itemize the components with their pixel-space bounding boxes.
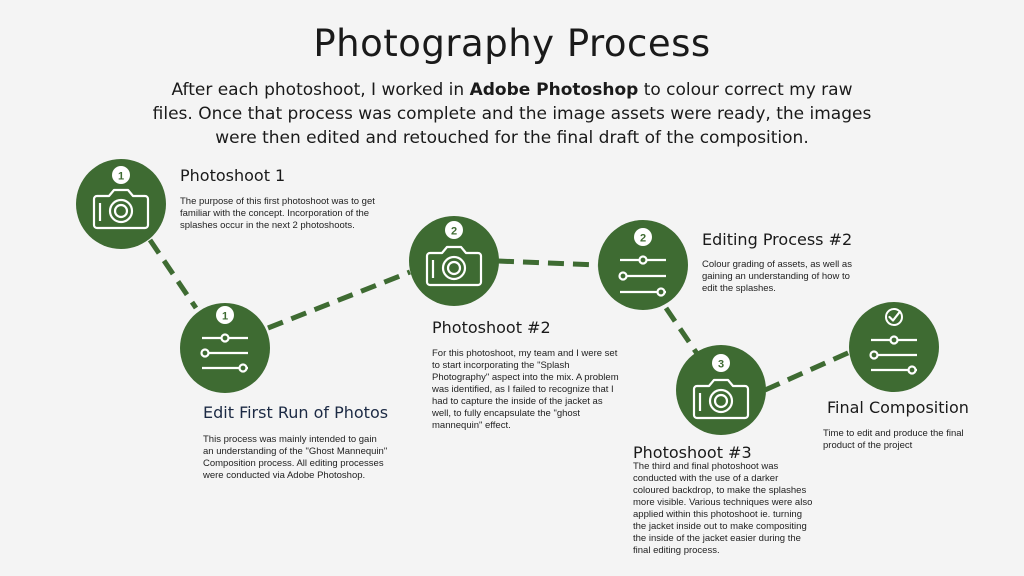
step-5-description: The third and final photoshoot was condu…: [633, 461, 813, 556]
step-2-description: This process was mainly intended to gain…: [203, 434, 388, 481]
step-4-edit-node: 2: [598, 220, 688, 310]
step-5-photoshoot-node: 3: [676, 345, 766, 435]
camera-icon: [92, 188, 150, 230]
connector-5-6: [763, 349, 852, 393]
step-number-label: 2: [640, 233, 646, 245]
step-4-title: Editing Process #2: [702, 230, 853, 249]
step-3-title: Photoshoot #2: [432, 318, 551, 337]
connector-3-4: [497, 258, 599, 268]
step-1-description: The purpose of this first photoshoot was…: [180, 196, 375, 231]
step-3-description: For this photoshoot, my team and I were …: [432, 348, 619, 431]
step-6-final-node: [849, 302, 939, 392]
checkmark-icon: [885, 308, 903, 326]
sliders-icon: [869, 335, 917, 375]
step-1-photoshoot-node: 1: [76, 159, 166, 249]
step-number-badge: 2: [445, 221, 463, 239]
process-connectors: [147, 238, 852, 393]
step-6-description: Time to edit and produce the final produ…: [823, 428, 964, 451]
step-number-label: 1: [118, 171, 124, 183]
step-number-label: 1: [222, 311, 228, 323]
connector-2-3: [267, 269, 411, 331]
step-number-label: 2: [451, 226, 457, 238]
step-1-title: Photoshoot 1: [180, 166, 286, 185]
step-2-title: Edit First Run of Photos: [203, 403, 389, 422]
step-number-badge: 3: [712, 354, 730, 372]
sliders-icon: [618, 255, 666, 297]
camera-icon: [692, 378, 750, 420]
step-number-label: 3: [718, 359, 724, 371]
step-2-edit-node: 1: [180, 303, 270, 393]
sliders-icon: [200, 333, 248, 373]
step-number-badge: 1: [216, 306, 234, 324]
step-4-description: Colour grading of assets, as well as gai…: [702, 259, 852, 294]
camera-icon: [425, 245, 483, 287]
step-6-title: Final Composition: [827, 398, 969, 417]
step-number-badge: 1: [112, 166, 130, 184]
step-3-photoshoot-node: 2: [409, 216, 499, 306]
step-number-badge: 2: [634, 228, 652, 246]
connector-1-2: [147, 238, 199, 310]
step-5-title: Photoshoot #3: [633, 443, 752, 462]
